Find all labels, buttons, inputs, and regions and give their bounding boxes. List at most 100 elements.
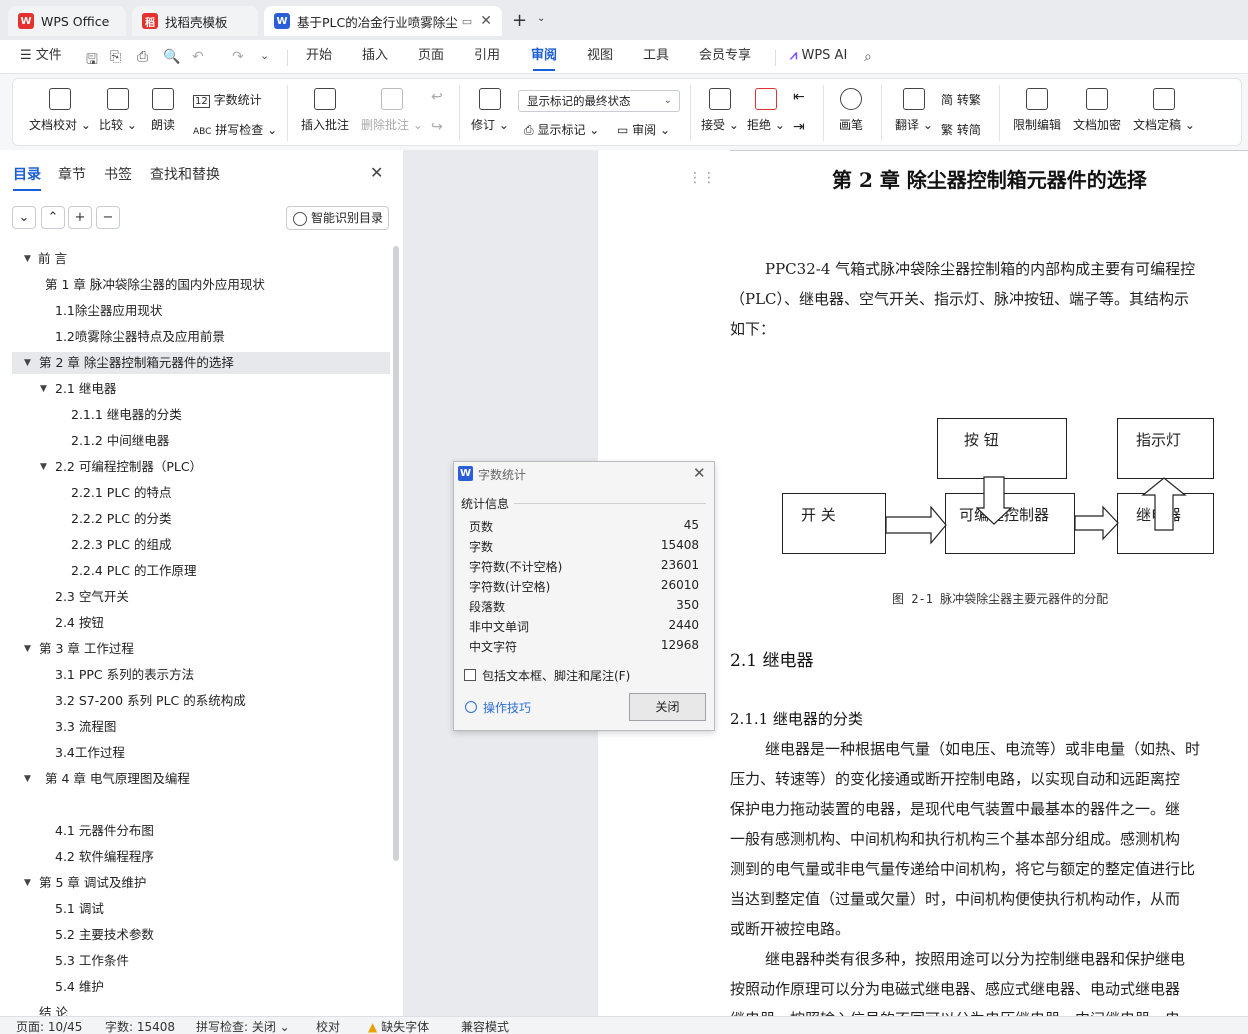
chevron-down-icon[interactable]: ▼ xyxy=(40,462,47,472)
toc-item[interactable]: 2.1 继电器 xyxy=(55,378,116,400)
toc-item[interactable]: 5.3 工作条件 xyxy=(55,950,129,972)
next-comment-icon[interactable]: ↪ xyxy=(431,119,443,135)
menu-page[interactable]: 页面 xyxy=(418,40,444,74)
chevron-down-icon[interactable]: ▼ xyxy=(24,644,31,654)
delete-comment-button[interactable]: 删除批注 ⌄ xyxy=(361,88,423,133)
close-icon[interactable]: ✕ xyxy=(370,163,383,182)
toc-item[interactable]: 第 3 章 工作过程 xyxy=(39,638,134,660)
chevron-down-icon[interactable]: ⌄ xyxy=(260,49,269,62)
restrict-edit-button[interactable]: 限制编辑 xyxy=(1013,88,1061,133)
chevron-down-icon[interactable]: ▼ xyxy=(24,254,31,264)
toc-item[interactable]: 第 5 章 调试及维护 xyxy=(39,872,146,894)
translate-button[interactable]: 翻译 ⌄ xyxy=(895,88,933,133)
prev-comment-icon[interactable]: ↩ xyxy=(431,89,443,105)
review-pane-button[interactable]: ▭ 审阅 ⌄ xyxy=(617,121,670,138)
chevron-down-icon[interactable]: ▼ xyxy=(24,774,31,784)
tab-sections[interactable]: 章节 xyxy=(58,164,86,184)
toc-item[interactable]: 前 言 xyxy=(38,248,67,270)
export-icon[interactable]: ⎘ xyxy=(110,49,121,65)
ai-toc-button[interactable]: 智能识别目录 xyxy=(286,206,389,230)
toc-item[interactable]: 2.2.4 PLC 的工作原理 xyxy=(71,560,196,582)
toc-item[interactable]: 2.2 可编程控制器（PLC） xyxy=(55,456,202,478)
save-icon[interactable]: 🖫 xyxy=(86,49,98,73)
print-preview-icon[interactable]: 🔍 xyxy=(163,49,180,65)
toc-item[interactable]: 2.1.1 继电器的分类 xyxy=(71,404,182,426)
menu-reference[interactable]: 引用 xyxy=(474,40,500,74)
menu-start[interactable]: 开始 xyxy=(306,40,332,74)
toc-item[interactable]: 2.1.2 中间继电器 xyxy=(71,430,169,452)
to-traditional-button[interactable]: 简 转繁 xyxy=(941,91,981,108)
menu-vip[interactable]: 会员专享 xyxy=(699,40,751,74)
toc-item[interactable]: 结 论 xyxy=(39,1002,68,1016)
file-menu[interactable]: ☰ 文件 xyxy=(20,40,62,74)
tab-toc[interactable]: 目录 xyxy=(13,164,41,191)
word-count-button[interactable]: 12 字数统计 xyxy=(193,91,262,108)
pen-button[interactable]: 画笔 xyxy=(839,88,863,133)
tab-wps-office[interactable]: W WPS Office xyxy=(8,6,126,36)
to-simplified-button[interactable]: 繁 转简 xyxy=(941,121,981,138)
chevron-down-icon[interactable]: ▼ xyxy=(40,384,47,394)
chevron-down-icon[interactable]: ▼ xyxy=(24,358,31,368)
reject-button[interactable]: 拒绝 ⌄ xyxy=(747,88,785,133)
read-aloud-button[interactable]: 朗读 xyxy=(151,88,175,133)
doc-encrypt-button[interactable]: 文档加密 xyxy=(1073,88,1121,133)
doc-check-button[interactable]: 文档校对 ⌄ xyxy=(29,88,91,133)
toc-item[interactable]: 第 1 章 脉冲袋除尘器的国内外应用现状 xyxy=(45,274,265,296)
page-indicator[interactable]: 页面: 10/45 xyxy=(16,1018,82,1034)
include-textbox-label[interactable]: 包括文本框、脚注和尾注(F) xyxy=(482,667,630,684)
toc-item[interactable]: 4.1 元器件分布图 xyxy=(55,820,154,842)
toc-scrollbar[interactable] xyxy=(393,246,399,861)
menu-view[interactable]: 视图 xyxy=(587,40,613,74)
tab-screen-icon[interactable]: ▭ xyxy=(462,15,472,28)
toc-item[interactable]: 2.3 空气开关 xyxy=(55,586,129,608)
toc-item[interactable]: 5.2 主要技术参数 xyxy=(55,924,154,946)
remove-heading-button[interactable]: − xyxy=(96,206,120,229)
toc-item[interactable]: 1.2喷雾除尘器特点及应用前景 xyxy=(55,326,225,348)
tab-find-replace[interactable]: 查找和替换 xyxy=(150,164,220,184)
close-icon[interactable]: ✕ xyxy=(693,464,706,482)
prev-revision-icon[interactable]: ⇤ xyxy=(793,89,805,105)
toc-item[interactable]: 2.4 按钮 xyxy=(55,612,104,634)
drag-handle-icon[interactable]: ⋮⋮ xyxy=(688,170,716,186)
toc-item[interactable]: 5.4 维护 xyxy=(55,976,104,998)
spell-check-indicator[interactable]: 拼写检查: 关闭 ⌄ xyxy=(196,1018,290,1034)
toc-item[interactable]: 2.2.2 PLC 的分类 xyxy=(71,508,171,530)
missing-font-indicator[interactable]: ▲ 缺失字体 xyxy=(368,1018,429,1034)
close-icon[interactable]: ✕ xyxy=(480,13,492,29)
tab-template[interactable]: 稻 找稻壳模板 xyxy=(132,6,258,36)
compare-button[interactable]: 比较 ⌄ xyxy=(99,88,137,133)
toc-item[interactable]: 3.4工作过程 xyxy=(55,742,125,764)
toc-item[interactable]: 第 4 章 电气原理图及编程 xyxy=(45,768,190,790)
show-markup-button[interactable]: ⎙ 显示标记 ⌄ xyxy=(524,121,599,138)
toc-item-selected[interactable]: 第 2 章 除尘器控制箱元器件的选择 xyxy=(12,352,390,374)
tab-bookmarks[interactable]: 书签 xyxy=(104,164,132,184)
toc-item[interactable]: 4.2 软件编程程序 xyxy=(55,846,154,868)
toc-item[interactable]: 1.1除尘器应用现状 xyxy=(55,300,162,322)
proof-indicator[interactable]: 校对 xyxy=(316,1018,340,1034)
new-tab-icon[interactable]: + xyxy=(512,10,527,31)
search-icon[interactable]: ⌕ xyxy=(864,49,872,65)
collapse-all-button[interactable]: ⌄ xyxy=(12,206,36,229)
toc-item[interactable]: 5.1 调试 xyxy=(55,898,104,920)
print-icon[interactable]: ⎙ xyxy=(137,49,148,65)
next-revision-icon[interactable]: ⇥ xyxy=(793,119,805,135)
word-count-indicator[interactable]: 字数: 15408 xyxy=(105,1018,175,1034)
tips-link[interactable]: 操作技巧 xyxy=(465,699,531,716)
toc-item[interactable]: 3.2 S7-200 系列 PLC 的系统构成 xyxy=(55,690,246,712)
markup-state-select[interactable]: 显示标记的最终状态 ⌄ xyxy=(518,90,680,112)
add-heading-button[interactable]: + xyxy=(68,206,92,229)
wps-ai-button[interactable]: ⩘ WPS AI xyxy=(790,40,847,74)
chevron-down-icon[interactable]: ⌄ xyxy=(537,13,545,24)
menu-insert[interactable]: 插入 xyxy=(362,40,388,74)
spell-check-button[interactable]: ABC 拼写检查 ⌄ xyxy=(193,121,277,138)
expand-up-button[interactable]: ⌃ xyxy=(41,206,65,229)
tab-document[interactable]: W 基于PLC的冶金行业喷雾除尘 ▭ ✕ xyxy=(264,6,502,36)
menu-tools[interactable]: 工具 xyxy=(643,40,669,74)
doc-finalize-button[interactable]: 文档定稿 ⌄ xyxy=(1133,88,1195,133)
chevron-down-icon[interactable]: ▼ xyxy=(24,878,31,888)
undo-icon[interactable]: ↶ xyxy=(192,49,204,65)
insert-comment-button[interactable]: 插入批注 xyxy=(301,88,349,133)
toc-item[interactable]: 2.2.1 PLC 的特点 xyxy=(71,482,171,504)
include-textbox-checkbox[interactable] xyxy=(464,669,476,681)
toc-item[interactable]: 3.3 流程图 xyxy=(55,716,116,738)
